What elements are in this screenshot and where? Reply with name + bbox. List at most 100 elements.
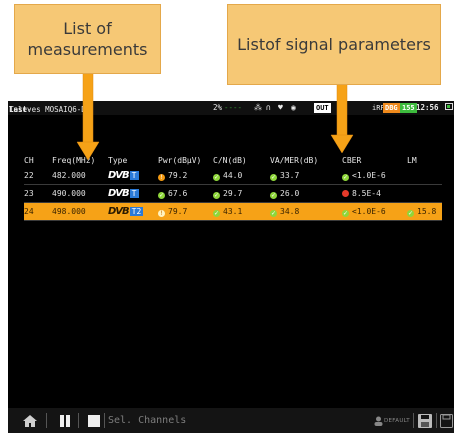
save-as-icon xyxy=(440,413,453,428)
check-icon: ✓ xyxy=(213,191,220,199)
stop-button[interactable] xyxy=(88,408,100,433)
test-last: Last xyxy=(9,105,28,114)
select-channels-button[interactable]: Sel. Channels xyxy=(108,408,186,433)
status-bar: Televes MOSAIQ6-Dr Test- Last 2% ---- ⁂ ∩… xyxy=(8,101,454,115)
arrow-to-freq-column xyxy=(76,72,100,161)
storage-percent: 2% xyxy=(213,103,223,112)
check-icon: ✓ xyxy=(270,191,277,199)
cell-mer: ✓ 33.7 xyxy=(270,167,342,185)
col-lm: LM xyxy=(407,155,417,165)
cell-ch: 22 xyxy=(24,167,52,185)
cell-freq: 482.000 xyxy=(52,167,108,185)
signal-bar: ---- xyxy=(224,103,243,112)
cell-ch: 24 xyxy=(24,202,52,221)
record-icon: ◉ xyxy=(291,103,296,112)
cell-ch-value: 23 xyxy=(24,189,34,198)
cell-pwr: ! 79.7 xyxy=(158,202,213,221)
check-icon: ✓ xyxy=(270,173,277,181)
warning-icon: ! xyxy=(158,209,165,217)
col-type: Type xyxy=(108,155,128,165)
measurements-table: CH Freq(MHz) Type Pwr(dBµV) C/N(dB) VA/M… xyxy=(24,153,442,221)
device-screen: Televes MOSAIQ6-Dr Test- Last 2% ---- ⁂ ∩… xyxy=(8,101,454,433)
check-icon: ✓ xyxy=(407,209,414,217)
dvb-logo: DVB xyxy=(108,170,130,181)
home-button[interactable] xyxy=(22,408,38,433)
check-icon: ✓ xyxy=(158,191,165,199)
check-icon: ✓ xyxy=(213,209,220,217)
dvb-logo: DVB xyxy=(108,188,130,199)
callout-right-text: Listof signal parameters xyxy=(237,35,431,54)
col-cber: CBER xyxy=(342,155,362,165)
cell-cber-value: 8.5E-4 xyxy=(352,189,381,198)
check-icon: ✓ xyxy=(342,173,349,181)
col-pwr: Pwr(dBµV) xyxy=(158,155,202,165)
bottom-toolbar: Sel. Channels DEFAULT xyxy=(8,408,454,433)
location-icon: ♥ xyxy=(278,103,283,112)
cell-mer-value: 33.7 xyxy=(280,170,300,180)
cell-cber: 8.5E-4 xyxy=(342,184,407,203)
cell-pwr-value: 67.6 xyxy=(168,188,188,198)
network-icon: ⁂ xyxy=(254,103,262,112)
cell-mer: ✓ 26.0 xyxy=(270,184,342,203)
default-profile-label: DEFAULT xyxy=(384,417,410,424)
table-row[interactable]: 23 490.000 DVB T ✓ 67.6 ✓ 29.7 ✓ 26.0 8.5E-4 xyxy=(24,184,442,203)
col-ch: CH xyxy=(24,155,34,165)
save-as-button[interactable] xyxy=(440,408,453,433)
cell-type: DVB T2 xyxy=(108,202,158,221)
table-row[interactable]: 22 482.000 DVB T! 79.2 ✓ 44.0 ✓ 33.7 ✓ <1.0E-6 xyxy=(24,167,442,185)
cell-mer-value: 26.0 xyxy=(280,188,300,198)
pause-icon xyxy=(60,414,70,427)
count-badge: 155 xyxy=(400,103,417,113)
check-icon: ✓ xyxy=(342,209,349,217)
col-mer: VA/MER(dB) xyxy=(270,155,319,165)
cell-pwr-value: 79.7 xyxy=(168,206,188,216)
dvb-standard-badge: T2 xyxy=(129,207,144,216)
save-button[interactable] xyxy=(418,408,432,433)
cell-ch: 23 xyxy=(24,184,52,203)
cell-lm xyxy=(407,167,442,185)
clock: 12:56 xyxy=(416,103,439,112)
pause-button[interactable] xyxy=(58,408,72,433)
save-icon xyxy=(418,413,432,428)
cell-cber-value: <1.0E-6 xyxy=(352,206,386,216)
cell-type: DVB T xyxy=(108,167,158,185)
cell-cber: ✓ <1.0E-6 xyxy=(342,202,407,221)
cell-mer-value: 34.8 xyxy=(280,206,300,216)
user-icon xyxy=(374,408,383,433)
callout-signal-parameters: Listof signal parameters xyxy=(227,4,441,85)
cell-cn: ✓ 29.7 xyxy=(213,184,270,203)
out-badge: OUT xyxy=(314,103,331,113)
check-icon: ✓ xyxy=(213,173,220,181)
cell-freq-value: 490.000 xyxy=(52,189,86,198)
stop-icon xyxy=(88,414,100,427)
callout-list-of-measurements: List of measurements xyxy=(14,4,161,74)
callout-left-text: List of measurements xyxy=(27,19,148,59)
cell-ch-value: 24 xyxy=(24,207,34,216)
dvb-standard-badge: T xyxy=(129,189,139,198)
cell-freq-value: 482.000 xyxy=(52,171,86,180)
headphones-icon: ∩ xyxy=(266,103,271,112)
cell-pwr: ! 79.2 xyxy=(158,167,213,185)
cell-freq: 498.000 xyxy=(52,202,108,221)
check-icon: ✓ xyxy=(270,209,277,217)
cell-lm: ✓ 15.8 xyxy=(407,202,442,221)
cell-pwr-value: 79.2 xyxy=(168,170,188,180)
dvb-logo: DVB xyxy=(108,206,130,217)
cell-cber-value: <1.0E-6 xyxy=(352,170,386,180)
dvb-standard-badge: T xyxy=(129,171,139,180)
cell-freq: 490.000 xyxy=(52,184,108,203)
dbg-badge: DBG xyxy=(383,103,400,113)
select-channels-label: Sel. Channels xyxy=(108,415,187,426)
home-icon xyxy=(23,414,37,427)
cell-cn-value: 29.7 xyxy=(223,188,243,198)
cell-lm-value: 15.8 xyxy=(417,206,437,216)
cell-mer: ✓ 34.8 xyxy=(270,202,342,221)
cell-lm xyxy=(407,184,442,203)
col-cn: C/N(dB) xyxy=(213,155,247,165)
cell-cber: ✓ <1.0E-6 xyxy=(342,167,407,185)
cell-type: DVB T xyxy=(108,184,158,203)
battery-icon xyxy=(445,103,453,110)
cell-freq-value: 498.000 xyxy=(52,207,86,216)
table-row[interactable]: 24 498.000 DVB T2! 79.7 ✓ 43.1 ✓ 34.8 ✓ <1.0E-6 ✓ 15… xyxy=(24,202,442,221)
cell-cn: ✓ 44.0 xyxy=(213,167,270,185)
